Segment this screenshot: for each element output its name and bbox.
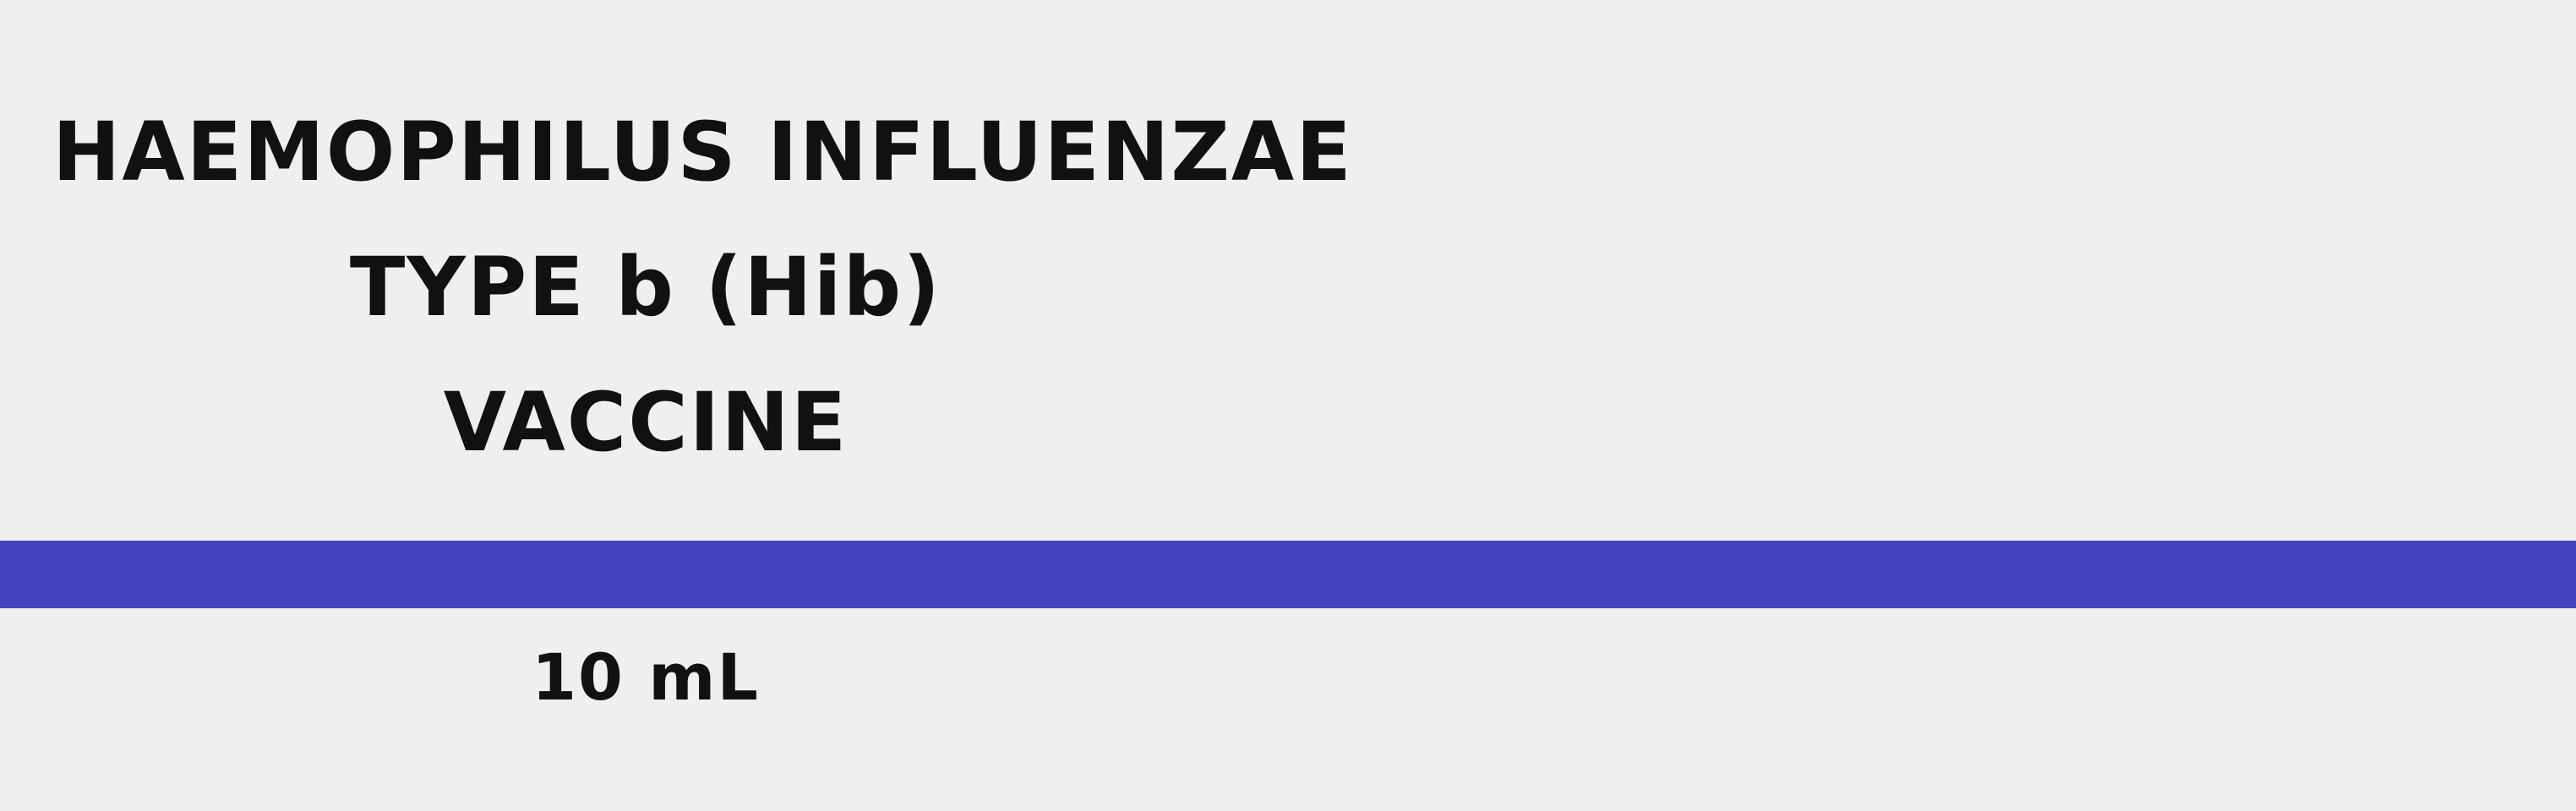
title-line-3: VACCINE [443, 375, 849, 470]
title-line-1: HAEMOPHILUS INFLUENZAE [52, 105, 1353, 199]
color-band [0, 541, 2576, 608]
product-title: HAEMOPHILUS INFLUENZAE TYPE b (Hib) VACC… [52, 84, 1353, 490]
title-line-2: TYPE b (Hib) [349, 240, 942, 335]
volume-text: 10 mL [532, 640, 760, 715]
vaccine-label: HAEMOPHILUS INFLUENZAE TYPE b (Hib) VACC… [0, 0, 2576, 811]
